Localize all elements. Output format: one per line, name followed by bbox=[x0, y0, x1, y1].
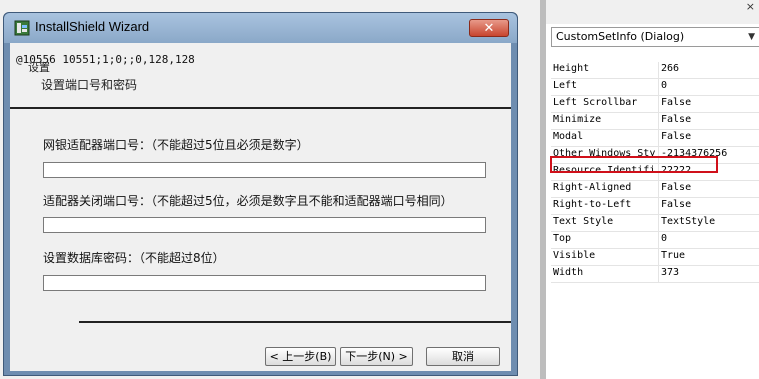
object-selector-value: CustomSetInfo (Dialog) bbox=[556, 30, 685, 43]
property-row[interactable]: Right-to-Left False bbox=[551, 198, 759, 215]
property-row[interactable]: Top 0 bbox=[551, 232, 759, 249]
property-row[interactable]: Right-Aligned False bbox=[551, 181, 759, 198]
property-value[interactable]: TextStyle bbox=[661, 216, 715, 227]
adapter-close-port-label: 适配器关闭端口号：（不能超过5位，必须是数字且不能和适配器端口号相同） bbox=[43, 194, 453, 208]
bank-adapter-port-label: 网银适配器端口号：（不能超过5位且必须是数字） bbox=[43, 138, 309, 152]
property-value[interactable]: False bbox=[661, 131, 691, 142]
property-value[interactable]: False bbox=[661, 114, 691, 125]
dialog-client-area: @10556 10551;1;0;;0,128,128 设置 设置端口号和密码 … bbox=[10, 43, 511, 371]
property-key: Minimize bbox=[553, 114, 602, 125]
property-value[interactable]: 0 bbox=[661, 80, 667, 91]
property-key: Right-Aligned bbox=[553, 182, 632, 193]
installshield-dialog: InstallShield Wizard ✕ @10556 10551;1;0;… bbox=[3, 12, 518, 376]
property-key: Top bbox=[553, 233, 572, 244]
property-row[interactable]: Left Scrollbar False bbox=[551, 96, 759, 113]
close-button[interactable]: ✕ bbox=[469, 19, 509, 37]
db-password-label: 设置数据库密码：（不能超过8位） bbox=[43, 251, 225, 265]
property-key: Left Scrollbar bbox=[553, 97, 638, 108]
property-key: Height bbox=[553, 63, 590, 74]
back-button[interactable]: < 上一步(B) bbox=[265, 347, 336, 366]
resource-identifier-highlight-box bbox=[550, 156, 718, 173]
property-value[interactable]: 266 bbox=[661, 63, 679, 74]
property-value[interactable]: False bbox=[661, 97, 691, 108]
close-icon[interactable]: × bbox=[746, 0, 755, 13]
property-row[interactable]: Text Style TextStyle bbox=[551, 215, 759, 232]
property-value[interactable]: False bbox=[661, 182, 691, 193]
header-subtitle: 设置端口号和密码 bbox=[41, 78, 138, 92]
property-value[interactable]: True bbox=[661, 250, 685, 261]
property-key: Right-to-Left bbox=[553, 199, 632, 210]
object-selector-dropdown[interactable]: CustomSetInfo (Dialog) ▼ bbox=[551, 27, 759, 47]
header-divider bbox=[10, 107, 511, 109]
property-key: Visible bbox=[553, 250, 596, 261]
property-value[interactable]: 373 bbox=[661, 267, 679, 278]
property-value[interactable]: False bbox=[661, 199, 691, 210]
property-row[interactable]: Modal False bbox=[551, 130, 759, 147]
property-value[interactable]: 0 bbox=[661, 233, 667, 244]
bank-adapter-port-input[interactable] bbox=[43, 162, 486, 178]
property-row[interactable]: Visible True bbox=[551, 249, 759, 266]
property-row[interactable]: Width 373 bbox=[551, 266, 759, 283]
title-bar[interactable]: InstallShield Wizard ✕ bbox=[4, 13, 517, 43]
header-title: 设置 bbox=[28, 61, 50, 74]
property-row[interactable]: Height 266 bbox=[551, 62, 759, 79]
next-button[interactable]: 下一步(N) > bbox=[340, 347, 413, 366]
adapter-close-port-input[interactable] bbox=[43, 217, 486, 233]
window-title: InstallShield Wizard bbox=[35, 19, 150, 34]
properties-panel: × CustomSetInfo (Dialog) ▼ Height 266 Lef… bbox=[540, 0, 759, 379]
property-key: Left bbox=[553, 80, 578, 91]
cancel-button[interactable]: 取消 bbox=[426, 347, 500, 366]
property-row[interactable]: Minimize False bbox=[551, 113, 759, 130]
property-key: Width bbox=[553, 267, 584, 278]
properties-toolbar: × bbox=[546, 0, 759, 24]
footer-divider bbox=[79, 321, 511, 323]
chevron-down-icon: ▼ bbox=[748, 32, 755, 42]
property-row[interactable]: Left 0 bbox=[551, 79, 759, 96]
installshield-app-icon bbox=[14, 20, 30, 36]
property-key: Text Style bbox=[553, 216, 614, 227]
db-password-input[interactable] bbox=[43, 275, 486, 291]
property-key: Modal bbox=[553, 131, 584, 142]
